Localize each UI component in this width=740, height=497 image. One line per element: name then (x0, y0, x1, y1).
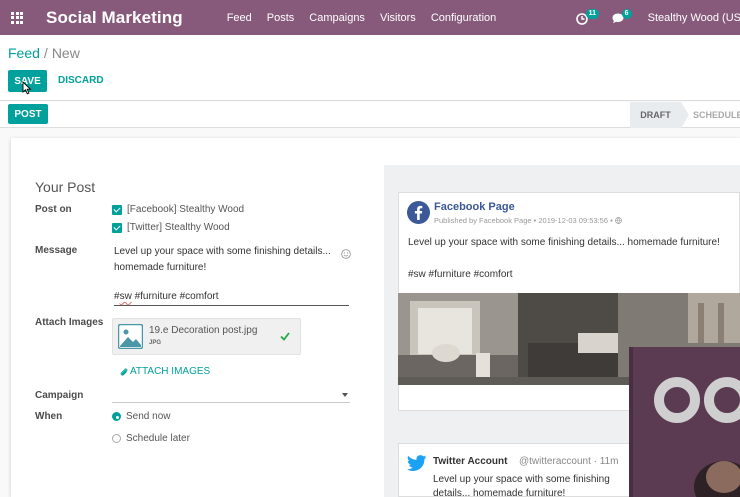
form-title: Your Post (35, 179, 96, 195)
message-line-2[interactable]: homemade furniture! (114, 262, 206, 273)
checkbox-checked-icon[interactable] (112, 204, 122, 215)
facebook-post-meta: Published by Facebook Page • 2019-12-03 … (434, 216, 622, 225)
messages-count-badge: 6 (621, 8, 632, 19)
when-label: When (35, 411, 63, 422)
menu-item-configuration[interactable]: Configuration (431, 12, 496, 24)
mouse-pointer-icon (22, 81, 32, 95)
menu-item-visitors[interactable]: Visitors (380, 12, 416, 24)
attachment-card[interactable]: 19.e Decoration post.jpg JPG (112, 318, 301, 355)
status-scheduled[interactable]: SCHEDULED (693, 102, 740, 128)
status-draft[interactable]: DRAFT (630, 102, 689, 128)
paperclip-icon (120, 367, 128, 376)
attach-images-link-label: ATTACH IMAGES (130, 366, 211, 377)
breadcrumb: Feed / New (8, 45, 80, 61)
post-on-label: Post on (35, 204, 72, 215)
account-twitter-label: [Twitter] Stealthy Wood (127, 222, 230, 233)
messages-chat-icon[interactable]: 6 (612, 8, 634, 28)
radio-send-now-label: Send now (126, 411, 171, 422)
message-label: Message (35, 245, 78, 256)
attachment-filetype: JPG (149, 340, 162, 346)
apps-menu-icon[interactable] (2, 0, 32, 35)
user-menu[interactable]: Stealthy Wood (USA) (648, 12, 740, 24)
hashtags-rest: #furniture #comfort (131, 291, 219, 302)
webcam-overlay (629, 347, 740, 497)
attach-images-link[interactable]: ATTACH IMAGES (120, 366, 210, 377)
campaign-label: Campaign (35, 390, 84, 401)
message-line-1[interactable]: Level up your space with some finishing … (114, 246, 331, 257)
misspelled-word: sw (119, 291, 132, 302)
attachment-filename: 19.e Decoration post.jpg (149, 325, 258, 336)
systray: 11 6 Stealthy Wood (USA) (575, 0, 740, 35)
attach-images-label: Attach Images (35, 317, 104, 328)
account-facebook-label: [Facebook] Stealthy Wood (127, 204, 245, 215)
checkbox-checked-icon[interactable] (112, 222, 122, 233)
top-navbar: Social Marketing Feed Posts Campaigns Vi… (0, 0, 740, 35)
campaign-select[interactable] (112, 389, 350, 403)
status-bar: POST DRAFT SCHEDULED (0, 102, 740, 128)
post-button[interactable]: POST (8, 104, 48, 124)
radio-schedule-later[interactable]: Schedule later (112, 433, 190, 444)
twitter-account-name[interactable]: Twitter Account (433, 456, 507, 467)
discard-button[interactable]: DISCARD (58, 75, 104, 86)
globe-icon (614, 217, 622, 224)
image-file-icon (118, 324, 143, 349)
account-facebook-checkbox[interactable]: [Facebook] Stealthy Wood (112, 204, 244, 215)
facebook-meta-text: Published by Facebook Page • 2019-12-03 … (434, 216, 613, 225)
radio-selected-icon[interactable] (112, 412, 121, 421)
control-panel: Feed / New SAVE DISCARD (0, 35, 740, 101)
account-twitter-checkbox[interactable]: [Twitter] Stealthy Wood (112, 222, 230, 233)
main-menu: Feed Posts Campaigns Visitors Configurat… (227, 12, 512, 24)
facebook-logo-icon (407, 201, 430, 224)
activity-count-badge: 11 (585, 8, 600, 19)
upload-check-icon (280, 332, 290, 341)
breadcrumb-separator: / (43, 45, 48, 61)
hashtags-line[interactable]: #sw #furniture #comfort (114, 291, 349, 306)
radio-schedule-later-label: Schedule later (126, 433, 190, 444)
facebook-page-name[interactable]: Facebook Page (434, 201, 515, 213)
breadcrumb-feed-link[interactable]: Feed (8, 45, 40, 61)
radio-unselected-icon[interactable] (112, 434, 121, 443)
breadcrumb-current: New (51, 45, 80, 61)
menu-item-posts[interactable]: Posts (267, 12, 295, 24)
menu-item-feed[interactable]: Feed (227, 12, 252, 24)
radio-send-now[interactable]: Send now (112, 411, 170, 422)
facebook-post-message: Level up your space with some finishing … (408, 237, 720, 248)
emoji-icon[interactable] (341, 249, 351, 259)
twitter-post-message: Level up your space with some finishing … (433, 474, 610, 497)
chevron-down-icon[interactable] (342, 393, 348, 397)
menu-item-campaigns[interactable]: Campaigns (309, 12, 365, 24)
app-title[interactable]: Social Marketing (46, 8, 183, 28)
activity-clock-icon[interactable]: 11 (575, 8, 600, 28)
twitter-bird-icon (407, 455, 427, 471)
twitter-handle-time: @twitteraccount · 11m (519, 456, 619, 467)
facebook-post-hashtags: #sw #furniture #comfort (408, 269, 513, 280)
